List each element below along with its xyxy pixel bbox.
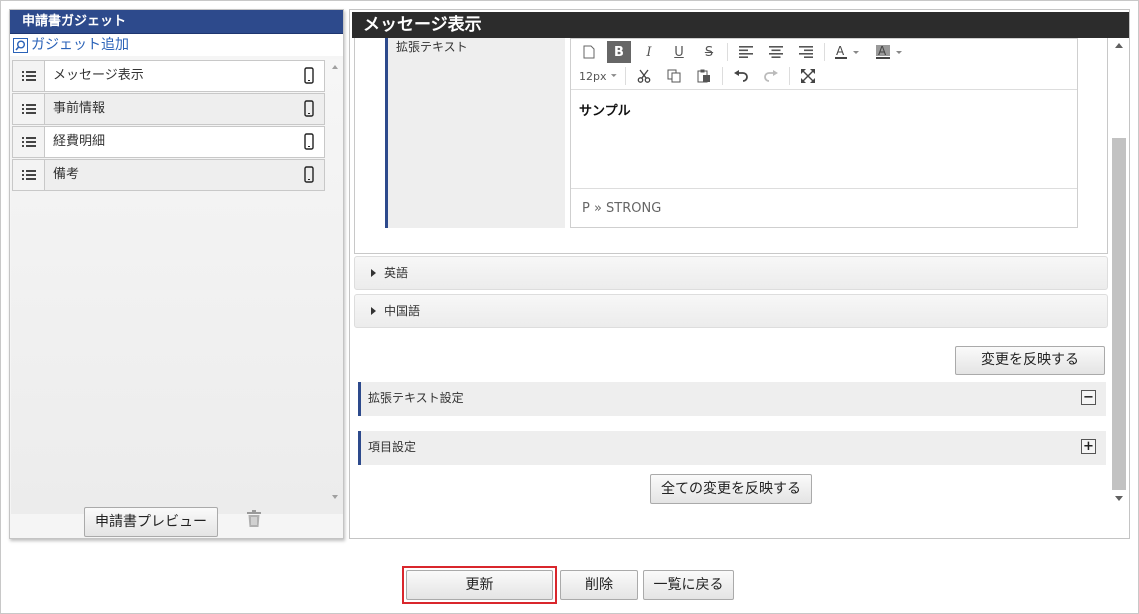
smartphone-icon: [304, 133, 314, 153]
trash-icon[interactable]: [246, 510, 262, 531]
gadget-item[interactable]: 経費明細: [12, 126, 325, 158]
underline-icon[interactable]: U: [667, 41, 691, 63]
accordion-chinese[interactable]: 中国語: [354, 294, 1108, 328]
extended-text-settings-section[interactable]: 拡張テキスト設定 −: [358, 382, 1106, 416]
svg-text:A: A: [836, 45, 845, 58]
expand-icon[interactable]: +: [1081, 439, 1096, 454]
form-preview-button[interactable]: 申請書プレビュー: [84, 507, 218, 537]
gadget-item[interactable]: メッセージ表示: [12, 60, 325, 92]
font-size-value: 12px: [579, 69, 607, 83]
scroll-down-arrow: [332, 495, 338, 499]
toolbar-separator: [722, 67, 723, 85]
accordion-label: 中国語: [384, 304, 421, 318]
gadget-item-label: 事前情報: [53, 101, 106, 116]
gadget-item-label: 備考: [53, 167, 80, 182]
toolbar-separator: [727, 43, 728, 61]
scroll-up-arrow: [332, 65, 338, 69]
list-icon[interactable]: [13, 61, 45, 91]
smartphone-icon: [304, 67, 314, 87]
smartphone-icon: [304, 166, 314, 186]
caret-right-icon: [371, 295, 376, 327]
undo-icon[interactable]: [729, 65, 753, 87]
editor-element-path: P » STRONG: [582, 201, 662, 216]
align-right-icon[interactable]: [794, 41, 818, 63]
text-color-icon[interactable]: A: [831, 41, 867, 63]
background-color-icon[interactable]: A: [873, 41, 909, 63]
apply-changes-button[interactable]: 変更を反映する: [955, 346, 1105, 375]
editor-toolbar-row-2: 12px: [579, 63, 826, 89]
list-icon[interactable]: [13, 94, 45, 124]
caret-right-icon: [371, 257, 376, 289]
svg-text:A: A: [878, 45, 887, 58]
collapse-icon[interactable]: −: [1081, 390, 1096, 405]
add-gadget-link[interactable]: ガジェット追加: [10, 34, 343, 56]
gadget-item[interactable]: 備考: [12, 159, 325, 191]
scroll-down-arrow: [1115, 496, 1123, 501]
item-settings-section[interactable]: 項目設定 +: [358, 431, 1106, 465]
apply-all-changes-button[interactable]: 全ての変更を反映する: [650, 474, 812, 504]
editor-toolbar-row-1: B I U S A A: [577, 39, 915, 65]
editor-content-text: サンプル: [579, 104, 631, 119]
update-button[interactable]: 更新: [406, 570, 553, 600]
font-size-select[interactable]: 12px: [579, 65, 619, 87]
gadget-item-label: 経費明細: [53, 134, 106, 149]
list-icon[interactable]: [13, 160, 45, 190]
toolbar-separator: [824, 43, 825, 61]
copy-icon[interactable]: [662, 65, 686, 87]
gadget-item[interactable]: 事前情報: [12, 93, 325, 125]
align-center-icon[interactable]: [764, 41, 788, 63]
gadget-item-label: メッセージ表示: [53, 68, 144, 83]
list-icon[interactable]: [13, 127, 45, 157]
redo-icon[interactable]: [759, 65, 783, 87]
section-label: 項目設定: [368, 440, 417, 454]
section-label: 拡張テキスト設定: [368, 391, 464, 405]
cut-icon[interactable]: [632, 65, 656, 87]
bold-icon[interactable]: B: [607, 41, 631, 63]
add-gadget-label: ガジェット追加: [31, 37, 129, 53]
back-to-list-button[interactable]: 一覧に戻る: [643, 570, 734, 600]
italic-icon[interactable]: I: [637, 41, 661, 63]
scroll-up-arrow: [1115, 43, 1123, 48]
smartphone-icon: [304, 100, 314, 120]
accordion-label: 英語: [384, 266, 409, 280]
maximize-icon[interactable]: [796, 65, 820, 87]
gadget-panel-title: 申請書ガジェット: [10, 10, 343, 34]
field-label: 拡張テキスト: [396, 40, 468, 54]
toolbar-separator: [789, 67, 790, 85]
gadget-settings-panel: 拡張テキスト B I U S A A 12px サンプル P » STRONG …: [349, 9, 1130, 539]
rich-text-editor: B I U S A A 12px サンプル P » STRONG: [570, 38, 1078, 228]
settings-panel-title: メッセージ表示: [352, 12, 1129, 38]
editor-section: 拡張テキスト B I U S A A 12px サンプル P » STRONG: [354, 38, 1108, 254]
align-left-icon[interactable]: [734, 41, 758, 63]
toolbar-separator: [625, 67, 626, 85]
search-icon: [13, 37, 28, 53]
field-label-cell: 拡張テキスト: [385, 38, 565, 228]
source-icon[interactable]: [577, 41, 601, 63]
scroll-thumb: [1112, 138, 1126, 490]
strikethrough-icon[interactable]: S: [697, 41, 721, 63]
settings-scrollbar[interactable]: [1112, 38, 1126, 508]
delete-button[interactable]: 削除: [560, 570, 638, 600]
accordion-english[interactable]: 英語: [354, 256, 1108, 290]
gadget-panel: 申請書ガジェット ガジェット追加 メッセージ表示 事前情報 経費明細 備考 申請…: [9, 9, 344, 539]
paste-icon[interactable]: [692, 65, 716, 87]
gadget-list: メッセージ表示 事前情報 経費明細 備考: [11, 59, 343, 514]
editor-content-area[interactable]: サンプル: [571, 89, 1077, 189]
gadget-list-scrollbar[interactable]: [328, 59, 342, 514]
